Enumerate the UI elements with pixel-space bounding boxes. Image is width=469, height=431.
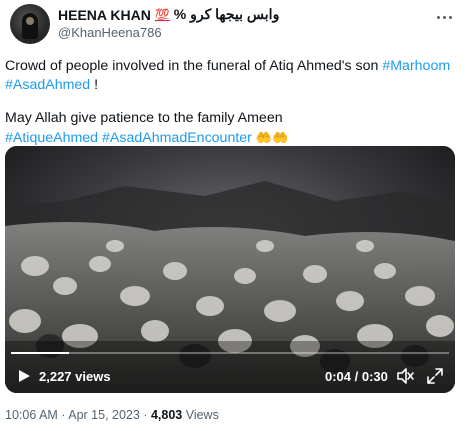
avatar[interactable] (10, 4, 50, 44)
author-handle[interactable]: @KhanHeena786 (58, 25, 162, 40)
tweet-line-2: #AsadAhmed ! (5, 76, 463, 95)
tweet-body-text: May Allah give patience to the family Am… (5, 110, 283, 126)
tweet-views-label: Views (182, 408, 219, 422)
tweet-line-3: May Allah give patience to the family Am… (5, 109, 463, 128)
author-name-row[interactable]: HEENA KHAN 💯 % وابس بیجھا کرو (58, 6, 279, 23)
author-name[interactable]: HEENA KHAN (58, 7, 151, 23)
more-options-button[interactable] (433, 8, 455, 26)
more-dot-icon (442, 15, 446, 19)
hashtag-link[interactable]: #AtiqueAhmed (5, 130, 98, 146)
tweet-metadata: 10:06 AM · Apr 15, 2023 · 4,803 Views (5, 408, 219, 422)
tweet-line-4: #AtiqueAhmed #AsadAhmadEncounter 🤲🤲 (5, 128, 463, 148)
tweet-view-count: 4,803 (150, 408, 183, 422)
tweet-line-1: Crowd of people involved in the funeral … (5, 57, 463, 76)
fullscreen-icon[interactable] (427, 368, 443, 384)
hashtag-link[interactable]: #AsadAhmadEncounter (102, 130, 252, 146)
tweet-time-link[interactable]: 10:06 AM (5, 408, 58, 422)
meta-separator: · (139, 408, 151, 422)
hashtag-link[interactable]: #Marhoom (382, 58, 450, 74)
play-icon[interactable] (17, 369, 31, 383)
hundred-points-icon: 💯 (154, 7, 170, 22)
hashtag-link[interactable]: #AsadAhmed (5, 77, 90, 93)
volume-icon[interactable] (397, 368, 415, 384)
tweet-text: Crowd of people involved in the funeral … (5, 57, 463, 148)
video-player[interactable]: 2,227 views 0:04 / 0:30 (5, 146, 455, 393)
tweet-body-text: ! (90, 77, 99, 93)
author-name-suffix: % وابس بیجھا کرو (173, 6, 280, 22)
tweet-body-text: Crowd of people involved in the funeral … (5, 58, 383, 74)
video-progress-fill (11, 352, 70, 354)
praying-hands-icon: 🤲🤲 (255, 130, 289, 145)
tweet-date-link[interactable]: Apr 15, 2023 (68, 408, 140, 422)
video-progress-bar[interactable] (11, 352, 449, 354)
video-frame (5, 146, 455, 393)
avatar-face (26, 17, 34, 25)
meta-separator: · (57, 408, 69, 422)
video-views: 2,227 views (39, 369, 111, 384)
more-dot-icon (436, 15, 440, 19)
video-timecode: 0:04 / 0:30 (325, 369, 388, 384)
more-dot-icon (448, 15, 452, 19)
